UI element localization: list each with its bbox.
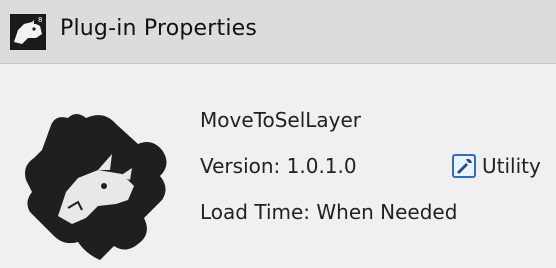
svg-text:8: 8	[38, 16, 42, 24]
category-label: Utility	[482, 154, 541, 178]
plugin-name: MoveToSelLayer	[200, 108, 362, 132]
rhino-puzzle-piece-icon	[25, 114, 167, 260]
window-title: Plug-in Properties	[60, 16, 258, 41]
plugin-category: Utility	[452, 152, 541, 180]
rhino-app-icon: 8	[10, 14, 46, 50]
plugin-details: MoveToSelLayer Version: 1.0.1.0 Load Tim…	[0, 64, 556, 268]
utility-tool-icon	[452, 154, 476, 178]
plugin-load-time: Load Time: When Needed	[200, 200, 458, 224]
plugin-version: Version: 1.0.1.0	[200, 154, 357, 178]
title-bar: 8 Plug-in Properties	[0, 0, 556, 64]
